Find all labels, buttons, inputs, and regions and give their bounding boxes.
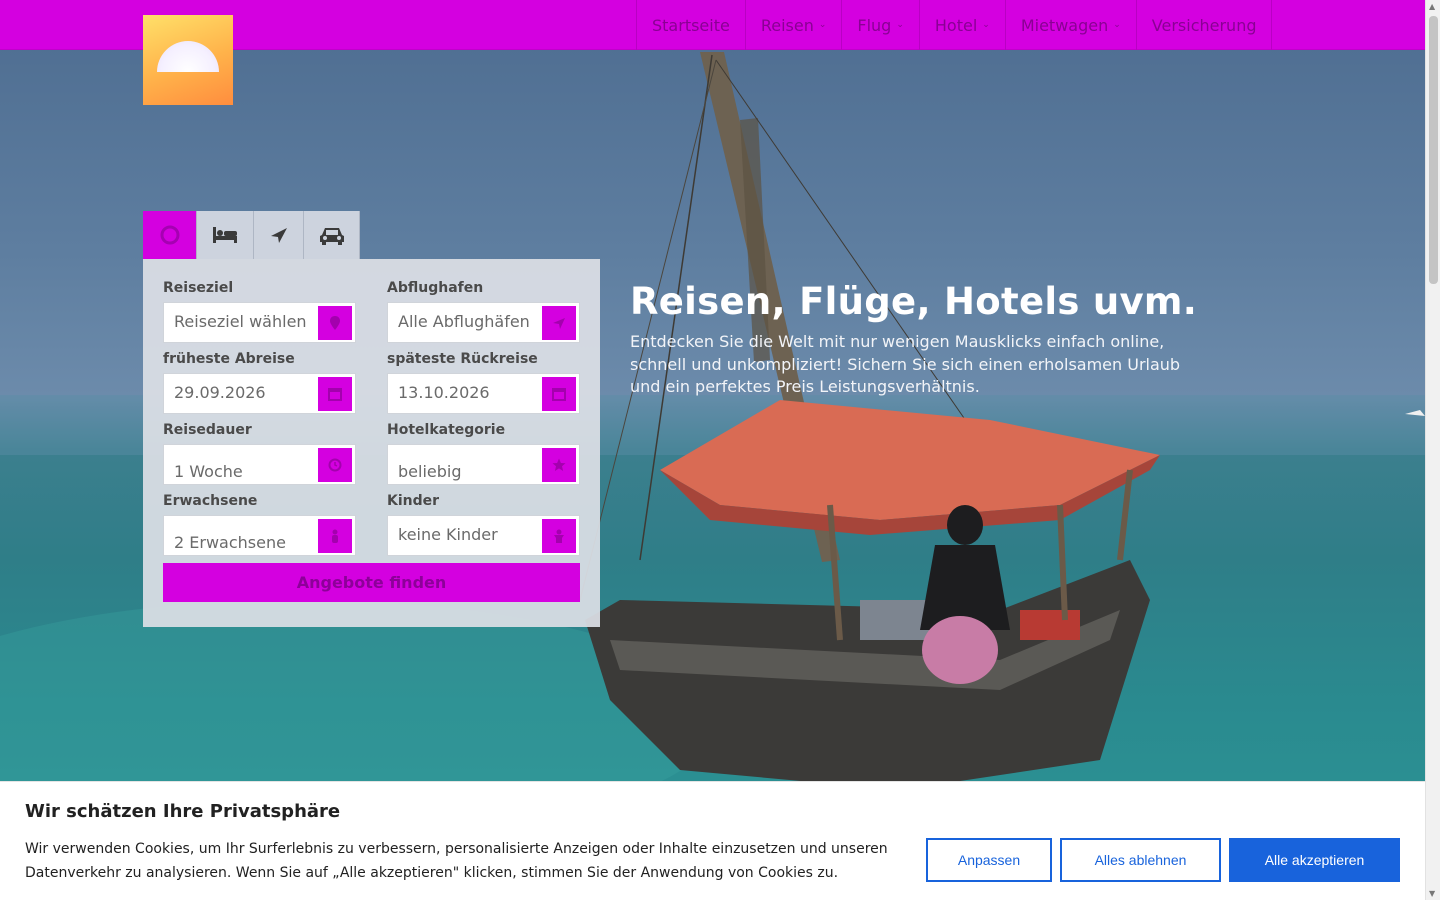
child-icon[interactable] (542, 519, 576, 553)
tab-hotel[interactable] (197, 211, 254, 259)
earliest-departure-input[interactable]: 29.09.2026 (163, 373, 356, 414)
latest-return-label: späteste Rückreise (387, 351, 538, 367)
hotel-category-value: beliebig (398, 462, 462, 481)
accept-all-button[interactable]: Alle akzeptieren (1229, 838, 1400, 882)
plane-icon[interactable] (542, 306, 576, 340)
reject-all-button[interactable]: Alles ablehnen (1060, 838, 1221, 882)
adults-field: Erwachsene 2 Erwachsene (163, 492, 357, 563)
nav-item-startseite[interactable]: Startseite (636, 0, 745, 50)
hotel-category-label: Hotelkategorie (387, 422, 506, 438)
nav-item-label: Versicherung (1151, 15, 1257, 35)
children-field: Kinder keine Kinder (387, 492, 581, 563)
earliest-departure-label: früheste Abreise (163, 351, 295, 367)
scroll-up-arrow-icon[interactable]: ▲ (1429, 2, 1435, 11)
tab-travel[interactable] (143, 211, 197, 259)
airport-select[interactable]: Alle Abflughäfen (387, 302, 580, 343)
nav-item-label: Mietwagen (1020, 15, 1109, 35)
site-logo[interactable] (143, 15, 233, 105)
clock-icon[interactable] (318, 448, 352, 482)
duration-value: 1 Woche (174, 462, 243, 481)
duration-select[interactable]: 1 Woche (163, 444, 356, 485)
chevron-down-icon: ⌄ (982, 20, 990, 30)
adults-label: Erwachsene (163, 493, 258, 509)
airport-label: Abflughafen (387, 280, 484, 296)
nav-item-versicherung[interactable]: Versicherung (1135, 0, 1273, 50)
cookie-title: Wir schätzen Ihre Privatsphäre (25, 801, 341, 822)
earliest-departure-value: 29.09.2026 (174, 383, 266, 402)
earliest-departure-field: früheste Abreise 29.09.2026 (163, 350, 357, 421)
cookie-text: Wir verwenden Cookies, um Ihr Surferlebn… (25, 841, 888, 881)
cookie-consent-banner: Wir schätzen Ihre Privatsphäre Wir verwe… (0, 781, 1425, 900)
scrollbar-thumb[interactable] (1429, 16, 1438, 284)
travel-search-form: Reiseziel Reiseziel wählen Abflughafen A… (143, 259, 600, 627)
main-menu: Startseite Reisen ⌄ Flug ⌄ Hotel ⌄ Mietwagen ⌄ Ve… (636, 0, 1273, 50)
airport-field: Abflughafen Alle Abflughäfen (387, 279, 581, 350)
latest-return-value: 13.10.2026 (398, 383, 490, 402)
chevron-down-icon: ⌄ (896, 20, 904, 30)
plane-icon (269, 225, 289, 245)
car-icon (319, 225, 345, 245)
hero-subtitle: Entdecken Sie die Welt mit nur wenigen M… (630, 332, 1181, 396)
destination-select[interactable]: Reiseziel wählen (163, 302, 356, 343)
nav-item-label: Flug (857, 15, 892, 35)
nav-item-label: Reisen (760, 15, 814, 35)
duration-field: Reisedauer 1 Woche (163, 421, 357, 492)
adults-value: 2 Erwachsene (174, 533, 286, 552)
destination-field: Reiseziel Reiseziel wählen (163, 279, 357, 350)
nav-item-flug[interactable]: Flug ⌄ (841, 0, 919, 50)
tab-car[interactable] (304, 211, 360, 259)
find-offers-button[interactable]: Angebote finden (163, 563, 580, 602)
chevron-down-icon: ⌄ (1113, 20, 1121, 30)
children-value: keine Kinder (398, 525, 498, 544)
chevron-down-icon: ⌄ (818, 20, 827, 30)
latest-return-input[interactable]: 13.10.2026 (387, 373, 580, 414)
map-marker-icon[interactable] (318, 306, 352, 340)
hotel-category-select[interactable]: beliebig (387, 444, 580, 485)
children-select[interactable]: keine Kinder (387, 515, 580, 556)
adults-select[interactable]: 2 Erwachsene (163, 515, 356, 556)
bed-icon (212, 226, 238, 244)
destination-value: Reiseziel wählen (174, 312, 307, 331)
nav-item-mietwagen[interactable]: Mietwagen ⌄ (1004, 0, 1136, 50)
hotel-category-field: Hotelkategorie beliebig (387, 421, 581, 492)
nav-item-reisen[interactable]: Reisen ⌄ (744, 0, 842, 50)
airport-value: Alle Abflughäfen (398, 312, 530, 331)
children-label: Kinder (387, 493, 440, 509)
nav-item-hotel[interactable]: Hotel ⌄ (918, 0, 1005, 50)
star-icon[interactable] (542, 448, 576, 482)
latest-return-field: späteste Rückreise 13.10.2026 (387, 350, 581, 421)
destination-label: Reiseziel (163, 280, 234, 296)
hero-title: Reisen, Flüge, Hotels uvm. (630, 280, 1198, 323)
page-scrollbar[interactable]: ▲ ▼ (1425, 0, 1440, 900)
calendar-icon[interactable] (318, 377, 352, 411)
nav-item-label: Startseite (652, 15, 730, 35)
calendar-icon[interactable] (542, 377, 576, 411)
tab-flight[interactable] (254, 211, 304, 259)
customize-button[interactable]: Anpassen (926, 838, 1052, 882)
logo-sun-icon (157, 40, 219, 72)
search-tabs (143, 211, 360, 259)
scroll-down-arrow-icon[interactable]: ▼ (1429, 889, 1435, 898)
person-icon[interactable] (318, 519, 352, 553)
duration-label: Reisedauer (163, 422, 252, 438)
globe-icon (159, 224, 181, 246)
nav-item-label: Hotel (934, 15, 978, 35)
